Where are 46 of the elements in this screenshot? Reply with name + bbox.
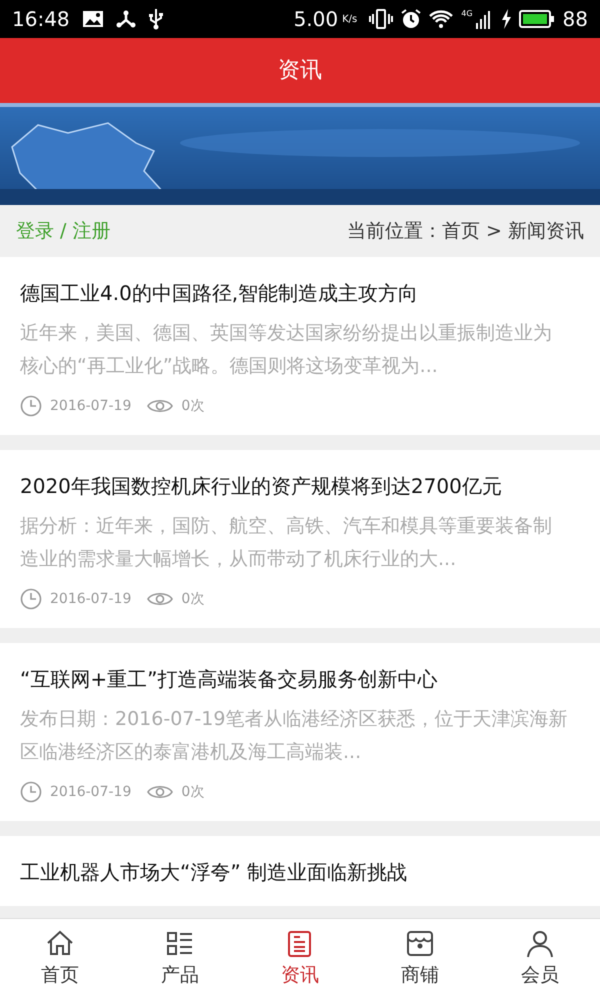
speed-unit: K/s (342, 12, 358, 26)
nav-tab[interactable]: 产品 (120, 919, 240, 1000)
article-title: 工业机器人市场大“浮夸” 制造业面临新挑战 (20, 859, 408, 886)
alarm-icon (401, 9, 422, 29)
image-icon (82, 10, 104, 28)
article-title: “互联网+重工”打造高端装备交易服务创新中心 (20, 666, 438, 693)
article-card[interactable]: 工业机器人市场大“浮夸” 制造业面临新挑战 (0, 836, 600, 906)
article-title: 德国工业4.0的中国路径,智能制造成主攻方向 (20, 280, 420, 307)
clock-icon (20, 781, 42, 803)
publish-date: 2016-07-19 (50, 782, 132, 802)
article-summary: 据分析：近年来，国防、航空、高铁、汽车和模具等重要装备制造业的需求量大幅增长，从而带动了机床行业的大... (20, 514, 553, 572)
battery-icon (518, 9, 555, 29)
signal-icon (474, 9, 493, 29)
clock-time: 16:48 (12, 6, 70, 33)
usb-icon (148, 8, 164, 30)
page-title: 资讯 (278, 57, 322, 85)
view-count: 0次 (181, 396, 204, 416)
share-icon (116, 10, 136, 28)
article-card[interactable]: 2020年我国数控机床行业的资产规模将到达2700亿元 据分析：近年来，国防、航空、高铁、汽车和模具等重要装备制造业的需求量大幅增长，从而带动了机床行业的大... 2016-07-19 0次 (0, 450, 600, 628)
nav-tab[interactable]: 会员 (480, 919, 600, 1000)
vibrate-icon (369, 9, 394, 29)
article-summary: 近年来，美国、德国、英国等发达国家纷纷提出以重振制造业为核心的“再工业化”战略。德国则将这场变革视为... (20, 321, 553, 379)
article-card[interactable]: “互联网+重工”打造高端装备交易服务创新中心 发布日期：2016-07-19笔者从临港经济区获悉，位于天津滨海新区临港经济区的泰富港机及海工高端装... 2016-07-19 0次 (0, 643, 600, 821)
network-speed: 5.00 (294, 6, 338, 33)
charging-icon (500, 9, 511, 29)
network-type: 4G (461, 8, 473, 20)
eye-icon (147, 783, 174, 801)
clock-icon (20, 395, 42, 417)
nav-tab[interactable]: 资讯 (240, 919, 360, 1000)
publish-date: 2016-07-19 (50, 590, 132, 608)
nav-tab[interactable]: 首页 (0, 919, 120, 1000)
publish-date: 2016-07-19 (50, 396, 132, 416)
breadcrumb-path: 当前位置：首页 > 新闻资讯 (347, 218, 584, 244)
view-count: 0次 (181, 590, 204, 608)
separator: / (60, 218, 66, 244)
nav-tab[interactable]: 商铺 (360, 919, 480, 1000)
article-title: 2020年我国数控机床行业的资产规模将到达2700亿元 (20, 473, 503, 500)
article-summary: 发布日期：2016-07-19笔者从临港经济区获悉，位于天津滨海新区临港经济区的泰富港机及海工高端装... (20, 707, 568, 765)
user-icon (525, 929, 555, 960)
view-count: 0次 (181, 782, 204, 802)
eye-icon (147, 397, 174, 415)
wifi-icon (429, 10, 454, 28)
eye-icon (147, 590, 174, 608)
clock-icon (20, 588, 42, 610)
battery-percent: 88 (562, 6, 588, 33)
article-card[interactable]: 德国工业4.0的中国路径,智能制造成主攻方向 近年来，美国、德国、英国等发达国家纷纷提出以重振制造业为核心的“再工业化”战略。德国则将这场变革视为... 2016-07-19 0次 (0, 257, 600, 435)
